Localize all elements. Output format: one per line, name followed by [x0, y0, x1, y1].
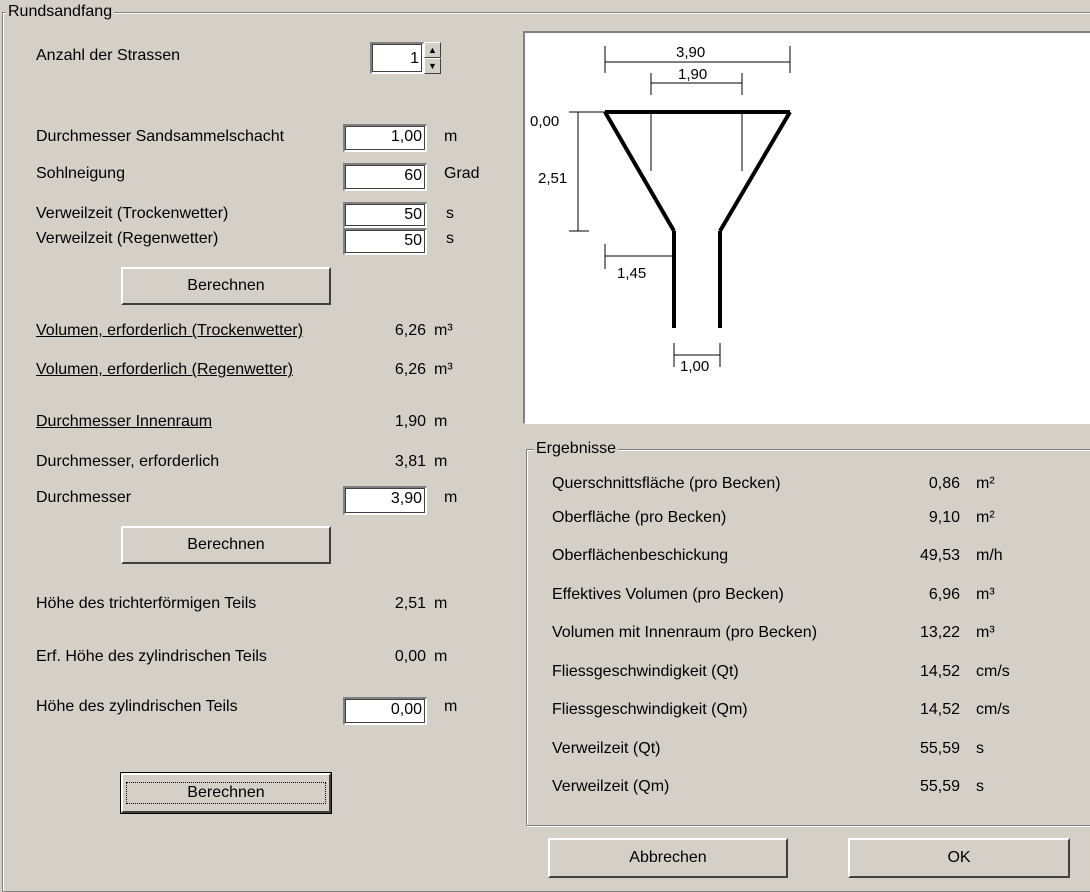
bottom-width-label: 1,00: [680, 358, 709, 375]
group-title: Rundsandfang: [6, 3, 115, 21]
d-erf-unit: m: [434, 453, 448, 470]
ok-button[interactable]: OK: [848, 838, 1070, 878]
strassen-spin-down[interactable]: ▼: [424, 58, 441, 74]
sohlneigung-input[interactable]: 60: [343, 163, 427, 191]
result-unit: m/h: [976, 547, 1003, 564]
h-trichter-label: Höhe des trichterförmigen Teils: [36, 595, 257, 612]
h-trichter-unit: m: [434, 595, 448, 612]
result-label: Fliessgeschwindigkeit (Qm): [552, 701, 748, 718]
d-erf-label: Durchmesser, erforderlich: [36, 453, 220, 470]
result-value: 14,52: [919, 701, 960, 718]
result-unit: s: [976, 740, 984, 757]
h-trichter-value: 2,51: [394, 595, 426, 612]
d-unit: m: [444, 489, 458, 506]
result-label: Volumen mit Innenraum (pro Becken): [552, 624, 818, 641]
d-innen-unit: m: [434, 413, 448, 430]
result-unit: m³: [976, 586, 995, 603]
d-input[interactable]: 3,90: [343, 486, 427, 515]
offset-label: 1,45: [617, 265, 646, 282]
h-erf-zyl-value: 0,00: [394, 648, 426, 665]
verweil-regen-label: Verweilzeit (Regenwetter): [36, 230, 219, 247]
cancel-button[interactable]: Abbrechen: [548, 838, 788, 878]
result-value: 9,10: [928, 509, 960, 526]
result-label: Oberfläche (pro Becken): [552, 509, 727, 526]
result-value: 49,53: [919, 547, 960, 564]
d-label: Durchmesser: [36, 489, 132, 506]
d-innen-value: 1,90: [394, 413, 426, 430]
result-label: Oberflächenbeschickung: [552, 547, 729, 564]
result-unit: m²: [976, 509, 995, 526]
top-level-label: 0,00: [530, 113, 559, 130]
funnel-drawing: 3,90 1,90 0,00 2,51 1,45 1,00: [530, 44, 792, 375]
strassen-spin-up[interactable]: ▲: [424, 42, 441, 58]
result-label: Verweilzeit (Qt): [552, 740, 661, 757]
h-erf-zyl-unit: m: [434, 648, 448, 665]
h-erf-zyl-label: Erf. Höhe des zylindrischen Teils: [36, 648, 267, 665]
h-zyl-label: Höhe des zylindrischen Teils: [36, 698, 238, 715]
result-label: Fliessgeschwindigkeit (Qt): [552, 663, 739, 680]
height-label: 2,51: [538, 170, 567, 187]
strassen-label: Anzahl der Strassen: [36, 47, 181, 64]
berechnen-button-2[interactable]: Berechnen: [121, 526, 331, 564]
berechnen-button-3-label: Berechnen: [126, 782, 326, 804]
ergebnisse-title: Ergebnisse: [534, 440, 619, 458]
result-label: Verweilzeit (Qm): [552, 778, 670, 795]
result-value: 14,52: [919, 663, 960, 680]
inner-width-label: 1,90: [678, 66, 707, 83]
result-label: Effektives Volumen (pro Becken): [552, 586, 784, 603]
top-width-label: 3,90: [676, 44, 705, 61]
result-value: 0,86: [928, 475, 960, 492]
sohlneigung-label: Sohlneigung: [36, 165, 125, 182]
result-unit: s: [976, 778, 984, 795]
verweil-trocken-label: Verweilzeit (Trockenwetter): [36, 205, 229, 222]
d-innen-label[interactable]: Durchmesser Innenraum: [36, 413, 212, 431]
result-value: 55,59: [919, 740, 960, 757]
d-erf-value: 3,81: [394, 453, 426, 470]
h-zyl-input[interactable]: 0,00: [343, 697, 427, 725]
result-value: 55,59: [919, 778, 960, 795]
berechnen-button-1[interactable]: Berechnen: [121, 267, 331, 305]
vol-regen-unit: m³: [434, 361, 453, 378]
verweil-regen-unit: s: [446, 230, 454, 247]
vol-trocken-label[interactable]: Volumen, erforderlich (Trockenwetter): [36, 322, 303, 340]
funnel-diagram: 3,90 1,90 0,00 2,51 1,45 1,00: [523, 31, 1090, 424]
sohlneigung-unit: Grad: [444, 165, 480, 182]
vol-trocken-unit: m³: [434, 322, 453, 339]
result-unit: cm/s: [976, 701, 1010, 718]
result-label: Querschnittsfläche (pro Becken): [552, 475, 781, 492]
verweil-trocken-input[interactable]: 50: [343, 202, 427, 228]
verweil-trocken-unit: s: [446, 205, 454, 222]
result-value: 13,22: [919, 624, 960, 641]
strassen-input[interactable]: 1: [370, 42, 424, 74]
berechnen-button-3[interactable]: Berechnen: [120, 772, 332, 814]
vol-trocken-value: 6,26: [394, 322, 426, 339]
result-unit: m²: [976, 475, 995, 492]
h-zyl-unit: m: [444, 698, 458, 715]
durchmesser-schacht-label: Durchmesser Sandsammelschacht: [36, 128, 285, 145]
vol-regen-value: 6,26: [394, 361, 426, 378]
result-value: 6,96: [928, 586, 960, 603]
vol-regen-label[interactable]: Volumen, erforderlich (Regenwetter): [36, 361, 293, 379]
durchmesser-schacht-unit: m: [444, 128, 458, 145]
verweil-regen-input[interactable]: 50: [343, 228, 427, 255]
result-unit: m³: [976, 624, 995, 641]
durchmesser-schacht-input[interactable]: 1,00: [343, 124, 427, 152]
result-unit: cm/s: [976, 663, 1010, 680]
